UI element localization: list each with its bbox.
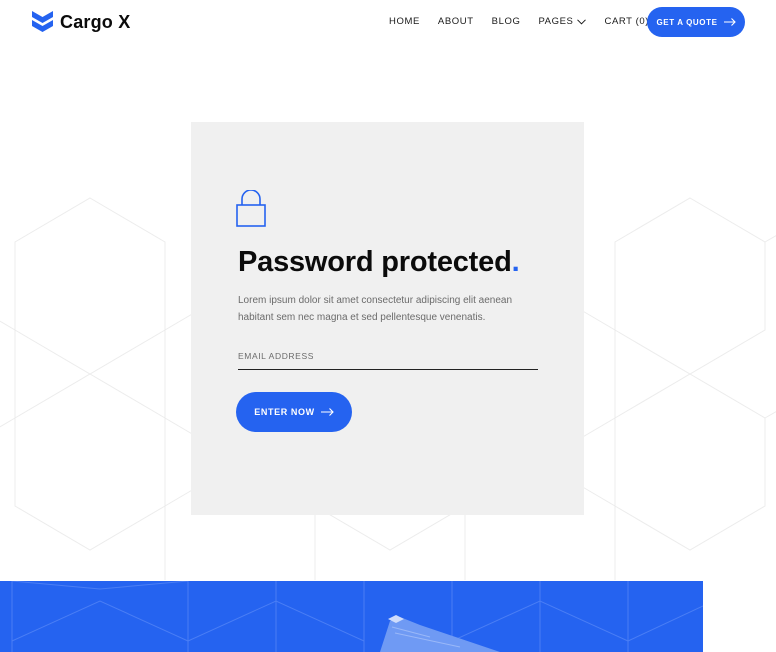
enter-now-label: ENTER NOW xyxy=(254,407,315,417)
main-nav: HOME ABOUT BLOG PAGES CART (0) xyxy=(389,16,649,27)
page-title: Password protected. xyxy=(238,246,520,279)
page-description: Lorem ipsum dolor sit amet consectetur a… xyxy=(238,295,513,323)
nav-item-home[interactable]: HOME xyxy=(389,16,420,27)
site-header: Cargo X HOME ABOUT BLOG PAGES CART (0) G… xyxy=(0,0,776,44)
nav-item-about[interactable]: ABOUT xyxy=(438,16,474,27)
brand-logo[interactable]: Cargo X xyxy=(32,11,130,33)
nav-item-blog[interactable]: BLOG xyxy=(492,16,521,27)
nav-item-pages-label: PAGES xyxy=(538,16,574,27)
title-accent-dot: . xyxy=(511,246,520,278)
chevron-down-icon xyxy=(577,18,587,25)
email-field[interactable]: EMAIL ADDRESS xyxy=(238,351,314,361)
password-card: Password protected. Lorem ipsum dolor si… xyxy=(191,122,584,515)
arrow-right-icon xyxy=(723,18,736,26)
get-a-quote-button[interactable]: GET A QUOTE xyxy=(647,7,745,37)
get-a-quote-label: GET A QUOTE xyxy=(656,17,718,27)
email-field-underline xyxy=(238,369,538,370)
enter-now-button[interactable]: ENTER NOW xyxy=(236,392,352,432)
brand-name: Cargo X xyxy=(60,11,131,32)
arrow-right-icon xyxy=(320,408,334,416)
lock-icon xyxy=(236,190,266,227)
container-ship-image xyxy=(380,615,500,652)
page-title-text: Password protected xyxy=(238,246,512,278)
hero-banner xyxy=(0,581,703,652)
chevron-stack-logo-icon xyxy=(32,11,53,32)
hexagon-pattern-overlay xyxy=(11,581,703,652)
nav-item-cart[interactable]: CART (0) xyxy=(604,16,649,27)
nav-item-pages[interactable]: PAGES xyxy=(538,16,587,27)
